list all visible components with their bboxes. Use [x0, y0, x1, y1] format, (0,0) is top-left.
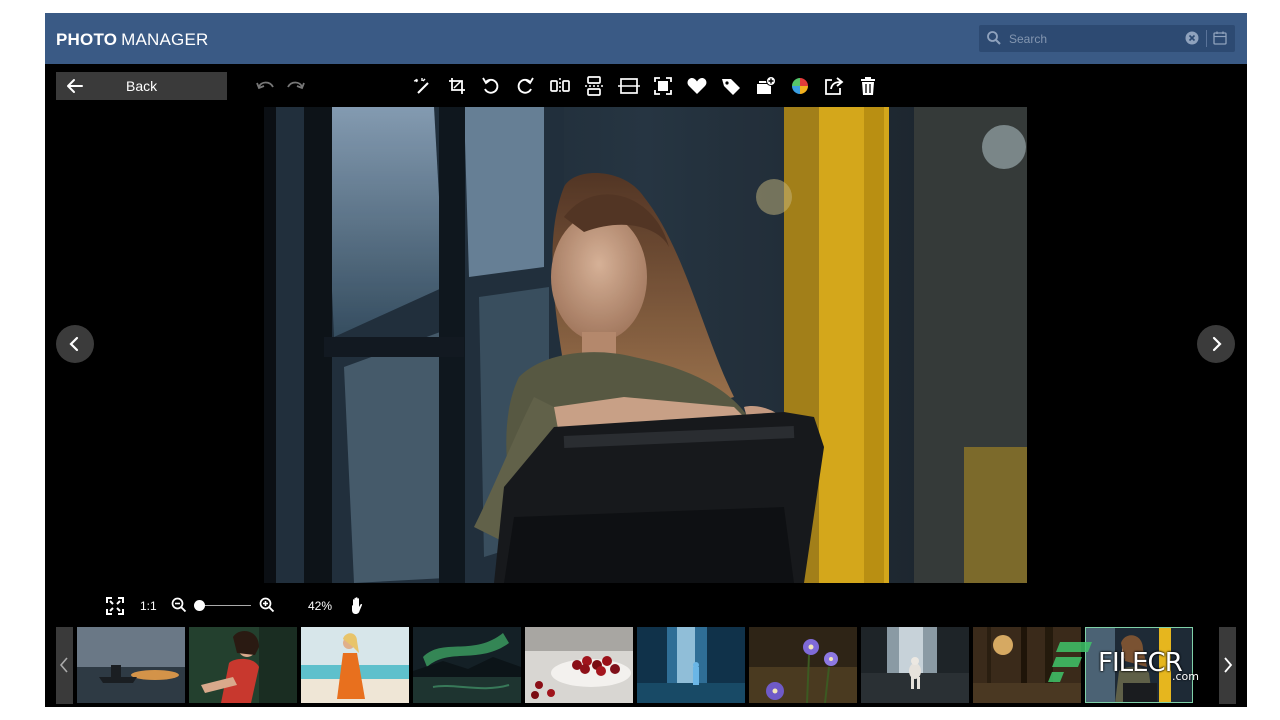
filmstrip-next-button[interactable] — [1219, 627, 1236, 704]
aspect-ratio-icon[interactable] — [618, 76, 640, 96]
back-label: Back — [126, 78, 158, 94]
thumbnail-cherries-bowl[interactable] — [525, 627, 633, 703]
next-photo-button[interactable] — [1197, 325, 1235, 363]
magic-wand-icon[interactable] — [412, 76, 434, 96]
flip-horizontal-icon[interactable] — [549, 76, 571, 96]
thumbnail-image — [637, 627, 745, 703]
watermark-logo-icon — [1048, 642, 1092, 682]
pan-hand-icon[interactable] — [348, 596, 366, 615]
filmstrip-prev-button[interactable] — [56, 627, 73, 704]
chevron-right-icon — [1212, 336, 1222, 352]
thumbnail-image — [749, 627, 857, 703]
thumbnail-image — [189, 627, 297, 703]
zoom-slider[interactable] — [199, 605, 251, 606]
back-button[interactable]: Back — [56, 72, 227, 100]
fit-screen-icon[interactable] — [105, 596, 125, 616]
thumbnail-waterfall-figure[interactable] — [637, 627, 745, 703]
share-icon[interactable] — [823, 76, 845, 96]
thumbnail-woman-red-dress[interactable] — [189, 627, 297, 703]
zoom-slider-handle[interactable] — [194, 600, 205, 611]
favorite-heart-icon[interactable] — [686, 76, 708, 96]
chevron-left-icon — [69, 336, 79, 352]
actual-size-button[interactable]: 1:1 — [140, 599, 157, 613]
watermark-text: FILECR — [1098, 648, 1183, 678]
search-input[interactable] — [1009, 29, 1179, 48]
chevron-right-icon — [1224, 657, 1233, 673]
brand-bold: PHOTO — [56, 30, 118, 49]
undo-icon[interactable] — [256, 77, 276, 95]
zoom-out-icon[interactable] — [171, 597, 187, 613]
thumbnail-purple-flowers[interactable] — [749, 627, 857, 703]
search-box[interactable] — [979, 25, 1235, 52]
arrow-left-icon — [67, 79, 83, 93]
rotate-left-icon[interactable] — [480, 76, 502, 96]
trash-icon[interactable] — [857, 76, 879, 96]
zoom-percentage: 42% — [308, 599, 333, 613]
add-to-album-icon[interactable] — [755, 76, 777, 96]
flip-vertical-icon[interactable] — [583, 76, 605, 96]
search-separator — [1206, 30, 1207, 47]
app-logo: PHOTO MANAGER — [56, 30, 209, 50]
thumbnail-dog-waterfall[interactable] — [861, 627, 969, 703]
thumbnail-aurora-lake[interactable] — [413, 627, 521, 703]
clear-search-icon[interactable] — [1185, 31, 1199, 45]
calendar-icon[interactable] — [1212, 30, 1228, 46]
thumbnail-image — [861, 627, 969, 703]
chevron-left-icon — [59, 657, 68, 673]
zoom-in-icon[interactable] — [259, 597, 275, 613]
redo-icon[interactable] — [285, 77, 305, 95]
watermark-suffix: .com — [1172, 670, 1199, 683]
tag-icon[interactable] — [720, 76, 742, 96]
brand-light: MANAGER — [121, 30, 209, 49]
thumbnail-woman-beach-orange[interactable] — [301, 627, 409, 703]
search-icon — [987, 31, 1001, 45]
title-bar: PHOTO MANAGER — [45, 13, 1247, 64]
rotate-right-icon[interactable] — [514, 76, 536, 96]
frame-icon[interactable] — [652, 76, 674, 96]
color-palette-icon[interactable] — [789, 76, 811, 96]
previous-photo-button[interactable] — [56, 325, 94, 363]
thumbnail-image — [301, 627, 409, 703]
thumbnail-image — [525, 627, 633, 703]
crop-icon[interactable] — [446, 76, 468, 96]
main-photo[interactable] — [264, 107, 1027, 583]
photo-manager-window: PHOTOMANAGER Back — [45, 13, 1247, 707]
filecr-watermark: FILECR .com — [1038, 638, 1208, 686]
thumbnail-image — [77, 627, 185, 703]
woman-on-bus-photo — [264, 107, 1027, 583]
thumbnail-image — [413, 627, 521, 703]
thumbnail-ship-sunset[interactable] — [77, 627, 185, 703]
